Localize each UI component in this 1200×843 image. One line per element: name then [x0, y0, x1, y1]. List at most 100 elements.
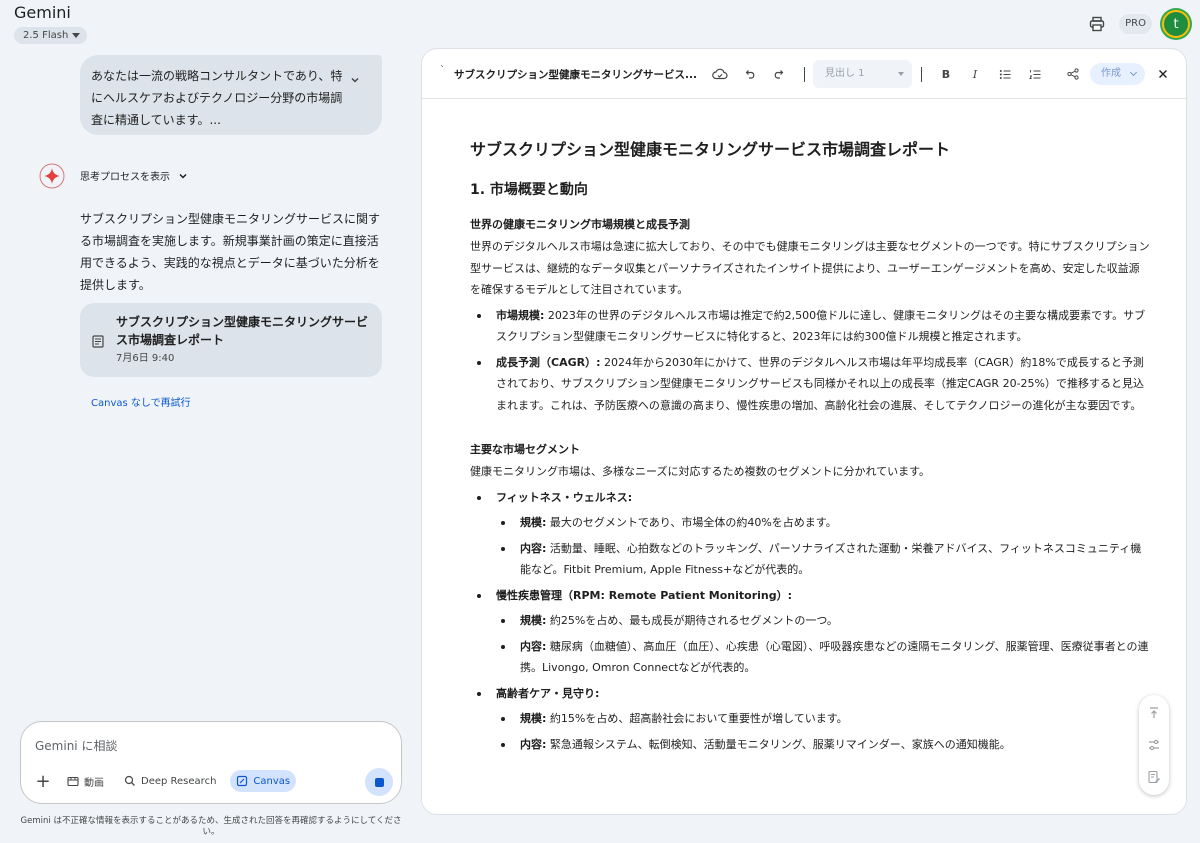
redo-icon[interactable]: [769, 64, 789, 84]
segment-label: 高齢者ケア・見守り:: [496, 686, 600, 700]
bullet-label: 規模:: [520, 516, 547, 529]
canvas-panel: ` サブスクリプション型健康モニタリングサービス... 見出し 1 B I 作成…: [421, 48, 1187, 815]
user-message: あなたは一流の戦略コンサルタントであり、特にヘルスケアおよびテクノロジー分野の市…: [80, 55, 382, 135]
avatar[interactable]: t: [1162, 10, 1190, 38]
bullet-text: 緊急通報システム、転倒検知、活動量モニタリング、服薬リマインダー、家族への通知機…: [546, 737, 1011, 751]
list-item: 内容: 緊急通報システム、転倒検知、活動量モニタリング、服薬リマインダー、家族へ…: [470, 734, 1150, 756]
caret-down-icon: [898, 72, 904, 76]
italic-icon[interactable]: I: [965, 64, 985, 84]
composer[interactable]: Gemini に相談 + 動画 Deep Research Canvas: [20, 721, 402, 804]
toolbar-divider: [804, 67, 805, 82]
numbered-list-icon[interactable]: [1025, 64, 1045, 84]
bullet-label: 市場規模:: [496, 308, 545, 322]
video-icon: [67, 776, 79, 786]
subsection-heading: 主要な市場セグメント: [470, 443, 580, 456]
heading-style-label: 見出し 1: [825, 68, 865, 79]
add-icon[interactable]: +: [33, 771, 53, 792]
canvas-icon: [237, 775, 248, 787]
list-item: 内容: 糖尿病（血糖値）、高血圧（血圧）、心疾患（心電図）、呼吸器疾患などの遠隔…: [470, 636, 1150, 679]
deep-research-button[interactable]: Deep Research: [118, 770, 222, 792]
close-icon[interactable]: [1153, 64, 1173, 84]
list-item: フィットネス・ウェルネス:: [470, 487, 1150, 509]
bullet-text: 約15%を占め、超高齢社会において重要性が増しています。: [546, 712, 848, 725]
list-item: 成長予測（CAGR）: 2024年から2030年にかけて、世界のデジタルヘルス市…: [470, 352, 1150, 417]
heading-style-select[interactable]: 見出し 1: [813, 60, 912, 88]
canvas-doc-card[interactable]: サブスクリプション型健康モニタリングサービス市場調査レポート 7月6日 9:40: [80, 303, 382, 377]
floating-tools: [1139, 695, 1169, 795]
model-label: 2.5 Flash: [23, 30, 69, 41]
thinking-toggle[interactable]: 思考プロセスを表示: [80, 168, 188, 183]
list-item: 市場規模: 2023年の世界のデジタルヘルス市場は推定で約2,500億ドルに達し…: [470, 305, 1150, 348]
assistant-reply: サブスクリプション型健康モニタリングサービスに関する市場調査を実施します。新規事…: [80, 212, 381, 292]
top-right-actions: PRO t: [1085, 10, 1190, 38]
video-tool-label: 動画: [84, 777, 104, 789]
user-message-text: あなたは一流の戦略コンサルタントであり、特にヘルスケアおよびテクノロジー分野の市…: [91, 69, 343, 127]
bullet-label: 内容:: [520, 737, 547, 751]
canvas-toolbar: ` サブスクリプション型健康モニタリングサービス... 見出し 1 B I 作成: [422, 49, 1186, 99]
stop-button[interactable]: [365, 768, 393, 796]
print-icon[interactable]: [1085, 12, 1109, 36]
chevron-down-icon: [179, 173, 187, 179]
research-icon: [124, 775, 135, 786]
bullet-label: 成長予測（CAGR）:: [496, 355, 601, 369]
thinking-label: 思考プロセスを表示: [80, 172, 170, 183]
bullet-text: 糖尿病（血糖値）、高血圧（血圧）、心疾患（心電図）、呼吸器疾患などの遠隔モニタリ…: [520, 639, 1149, 675]
gemini-spark-icon: [39, 163, 65, 189]
segment-label: 慢性疾患管理（RPM: Remote Patient Monitoring）:: [496, 588, 793, 602]
list-item: 規模: 約25%を占め、最も成長が期待されるセグメントの一つ。: [470, 610, 1150, 632]
tick-mark: `: [440, 65, 445, 76]
cloud-sync-icon[interactable]: [710, 64, 730, 84]
bullet-text: 約25%を占め、最も成長が期待されるセグメントの一つ。: [546, 614, 838, 627]
paragraph: 世界のデジタルヘルス市場は急速に拡大しており、その中でも健康モニタリングは主要な…: [470, 240, 1150, 296]
canvas-doc-title: サブスクリプション型健康モニタリングサービス...: [454, 69, 697, 81]
expand-chevron-icon[interactable]: [350, 70, 360, 92]
disclaimer: Gemini は不正確な情報を表示することがあるため、生成された回答を再確認する…: [20, 816, 402, 837]
bold-icon[interactable]: B: [936, 64, 956, 84]
canvas-tool-button[interactable]: Canvas: [230, 770, 297, 792]
model-selector[interactable]: 2.5 Flash: [14, 27, 88, 44]
pro-badge: PRO: [1119, 14, 1152, 34]
subsection-heading: 世界の健康モニタリング市場規模と成長予測: [470, 218, 690, 231]
list-item: 規模: 最大のセグメントであり、市場全体の約40%を占めます。: [470, 512, 1150, 534]
stop-icon: [374, 777, 384, 787]
compose-button[interactable]: 作成: [1090, 63, 1145, 85]
adjust-icon[interactable]: [1146, 737, 1162, 753]
doc-card-title: サブスクリプション型健康モニタリングサービス市場調査レポート: [116, 315, 369, 347]
avatar-initial: t: [1173, 16, 1179, 32]
compose-label: 作成: [1101, 68, 1121, 79]
jump-to-top-icon[interactable]: [1146, 705, 1162, 721]
bullet-list-icon[interactable]: [995, 64, 1015, 84]
list-item: 慢性疾患管理（RPM: Remote Patient Monitoring）:: [470, 585, 1150, 607]
composer-tools: + 動画 Deep Research Canvas: [33, 770, 297, 792]
list-item: 内容: 活動量、睡眠、心拍数などのトラッキング、パーソナライズされた運動・栄養ア…: [470, 538, 1150, 581]
segment-label: フィットネス・ウェルネス:: [496, 490, 633, 504]
bullet-label: 規模:: [520, 614, 547, 627]
share-icon[interactable]: [1063, 64, 1083, 84]
bullet-text: 2023年の世界のデジタルヘルス市場は推定で約2,500億ドルに達し、健康モニタ…: [496, 308, 1146, 344]
doc-title: サブスクリプション型健康モニタリングサービス市場調査レポート: [470, 140, 951, 159]
document-icon: [92, 333, 104, 352]
bullet-label: 内容:: [520, 639, 547, 653]
segment-list: フィットネス・ウェルネス: 規模: 最大のセグメントであり、市場全体の約40%を…: [470, 487, 1150, 756]
bullet-list: 市場規模: 2023年の世界のデジタルヘルス市場は推定で約2,500億ドルに達し…: [470, 305, 1150, 417]
list-item: 高齢者ケア・見守り:: [470, 683, 1150, 705]
prompt-input[interactable]: Gemini に相談: [35, 737, 117, 754]
canvas-document[interactable]: サブスクリプション型健康モニタリングサービス市場調査レポート 1. 市場概要と動…: [470, 137, 1150, 759]
retry-without-canvas-link[interactable]: Canvas なしで再試行: [91, 394, 191, 409]
toolbar-divider: [921, 67, 922, 82]
chevron-down-icon: [1129, 68, 1138, 77]
section-heading: 1. 市場概要と動向: [470, 182, 588, 198]
undo-icon[interactable]: [740, 64, 760, 84]
video-tool-button[interactable]: 動画: [61, 770, 110, 792]
list-item: 規模: 約15%を占め、超高齢社会において重要性が増しています。: [470, 708, 1150, 730]
brand-title: Gemini: [14, 3, 71, 22]
caret-down-icon: [72, 33, 81, 38]
bullet-text: 最大のセグメントであり、市場全体の約40%を占めます。: [546, 516, 837, 529]
paragraph: 健康モニタリング市場は、多様なニーズに対応するため複数のセグメントに分かれていま…: [470, 465, 931, 478]
canvas-tool-label: Canvas: [253, 775, 291, 787]
deep-research-label: Deep Research: [141, 775, 217, 787]
bullet-label: 規模:: [520, 712, 547, 725]
bullet-label: 内容:: [520, 541, 547, 555]
edit-document-icon[interactable]: [1146, 769, 1162, 785]
